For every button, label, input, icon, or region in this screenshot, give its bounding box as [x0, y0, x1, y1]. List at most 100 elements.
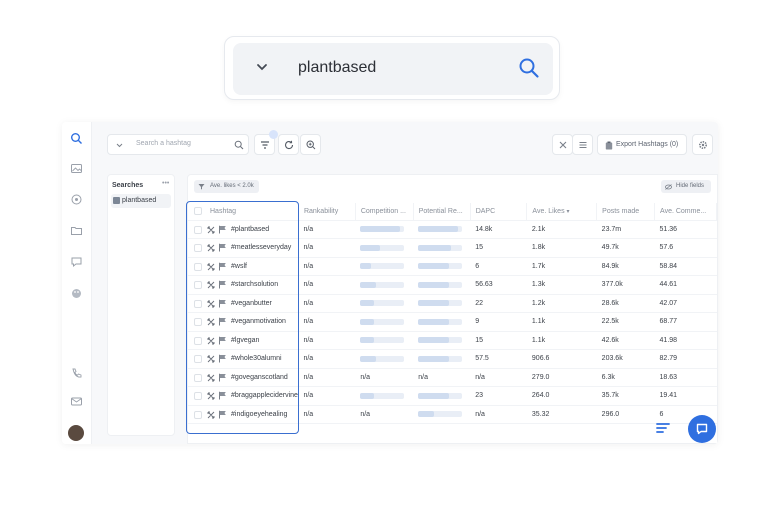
toolbar-search[interactable]: Search a hashtag [107, 134, 249, 155]
rankability-cell: n/a [298, 331, 356, 350]
message-icon[interactable] [70, 395, 83, 408]
ave-comments-cell: 41.98 [654, 331, 717, 350]
chevron-down-icon[interactable] [255, 60, 269, 74]
dapc-cell: 23 [470, 386, 527, 406]
search-icon[interactable] [518, 57, 540, 79]
competition-bar-fill [360, 263, 372, 270]
competition-bar-fill [360, 281, 376, 288]
posts-made-cell: 296.0 [596, 405, 655, 424]
competition-cell: n/a [355, 368, 414, 387]
avatar[interactable] [68, 425, 84, 441]
zoom-button[interactable] [300, 134, 321, 155]
chat-icon[interactable] [70, 255, 83, 268]
searches-panel: Searches ••• plantbased [107, 174, 175, 436]
filter-lines-icon[interactable] [656, 422, 670, 434]
close-icon [559, 141, 567, 149]
potential-reach-bar-fill [418, 300, 450, 307]
col-dapc-header[interactable]: DAPC [470, 203, 528, 221]
phone-icon[interactable] [70, 367, 83, 380]
potential-reach-bar-fill [418, 318, 450, 325]
potential-reach-bar [418, 411, 463, 418]
ave-comments-cell: 68.77 [654, 312, 717, 332]
competition-bar-fill [360, 318, 374, 325]
list-icon [579, 142, 587, 148]
ave-likes-cell: 1.1k [526, 312, 597, 332]
potential-reach-bar [418, 318, 463, 325]
search-history-item[interactable]: plantbased [111, 194, 171, 208]
filter-button[interactable] [254, 130, 278, 155]
col-ave-comments-header[interactable]: Ave. Comme... [654, 203, 717, 221]
potential-reach-cell [413, 349, 471, 369]
col-competition-header[interactable]: Competition ... [355, 203, 414, 221]
hashtag-square-icon [113, 197, 120, 204]
target-icon[interactable] [70, 193, 83, 206]
page-root: plantbased Search a hashtag Export Hasht… [0, 0, 784, 516]
potential-reach-bar [418, 392, 463, 399]
chat-support-button[interactable] [688, 415, 716, 443]
ave-likes-cell: 279.0 [526, 368, 597, 387]
competition-bar [360, 300, 405, 307]
potential-reach-cell [413, 257, 471, 276]
left-nav-rail [62, 122, 92, 444]
clipboard-icon [605, 141, 613, 150]
dapc-cell: 15 [470, 331, 527, 350]
potential-reach-bar-fill [418, 411, 434, 418]
competition-bar [360, 337, 405, 344]
image-icon[interactable] [70, 162, 83, 175]
palette-icon[interactable] [70, 287, 83, 300]
dapc-cell: 15 [470, 238, 527, 258]
potential-reach-cell [413, 386, 471, 406]
dapc-cell: 9 [470, 312, 527, 332]
searches-more-button[interactable]: ••• [162, 180, 169, 187]
refresh-button[interactable] [278, 134, 299, 155]
rankability-cell: n/a [298, 405, 356, 424]
competition-bar [360, 355, 405, 362]
dapc-cell: 56.63 [470, 275, 527, 295]
potential-reach-bar [418, 263, 463, 270]
potential-reach-bar-fill [418, 281, 450, 288]
col-rankability-header[interactable]: Rankability [298, 203, 356, 221]
posts-made-cell: 28.6k [596, 294, 655, 313]
hashtag-search-value[interactable]: plantbased [298, 59, 376, 77]
ave-likes-cell: 1.2k [526, 294, 597, 313]
export-hashtags-button[interactable]: Export Hashtags (0) [597, 134, 687, 155]
potential-reach-bar [418, 300, 463, 307]
posts-made-cell: 49.7k [596, 238, 655, 258]
potential-reach-cell [413, 275, 471, 295]
sort-desc-icon: ▾ [566, 208, 570, 215]
dapc-cell: 14.8k [470, 220, 527, 239]
hide-fields-button[interactable]: Hide fields [661, 180, 711, 193]
rankability-cell: n/a [298, 257, 356, 276]
ave-comments-cell: 19.41 [654, 386, 717, 406]
potential-reach-bar-fill [418, 263, 450, 270]
folder-icon[interactable] [70, 224, 83, 237]
competition-cell: n/a [355, 405, 414, 424]
active-filter-chip[interactable]: Ave. likes < 2.0k [194, 180, 259, 193]
hashtag-search-bar[interactable]: plantbased [233, 43, 553, 95]
competition-cell [355, 312, 414, 332]
search-icon[interactable] [234, 140, 244, 150]
active-filter-label: Ave. likes < 2.0k [210, 183, 254, 189]
potential-reach-cell: n/a [413, 368, 471, 387]
chevron-down-icon[interactable] [116, 142, 123, 149]
potential-reach-cell [413, 238, 471, 258]
zoom-in-icon [306, 140, 316, 150]
ave-likes-cell: 1.1k [526, 331, 597, 350]
col-potential-reach-header[interactable]: Potential Re... [413, 203, 471, 221]
col-ave-likes-header[interactable]: Ave. Likes ▾ [526, 203, 598, 221]
potential-reach-bar-fill [418, 226, 458, 233]
filter-icon [198, 184, 205, 190]
competition-bar [360, 226, 405, 233]
search-history-label: plantbased [122, 197, 157, 204]
posts-made-cell: 35.7k [596, 386, 655, 406]
rankability-cell: n/a [298, 294, 356, 313]
search-icon[interactable] [70, 132, 83, 145]
list-view-button[interactable] [572, 134, 593, 155]
settings-button[interactable] [692, 134, 713, 155]
potential-reach-cell [413, 294, 471, 313]
eye-off-icon [665, 184, 672, 190]
clear-button[interactable] [552, 134, 573, 155]
col-posts-made-header[interactable]: Posts made [596, 203, 656, 221]
competition-bar-fill [360, 226, 400, 233]
toolbar-search-placeholder[interactable]: Search a hashtag [136, 140, 191, 147]
